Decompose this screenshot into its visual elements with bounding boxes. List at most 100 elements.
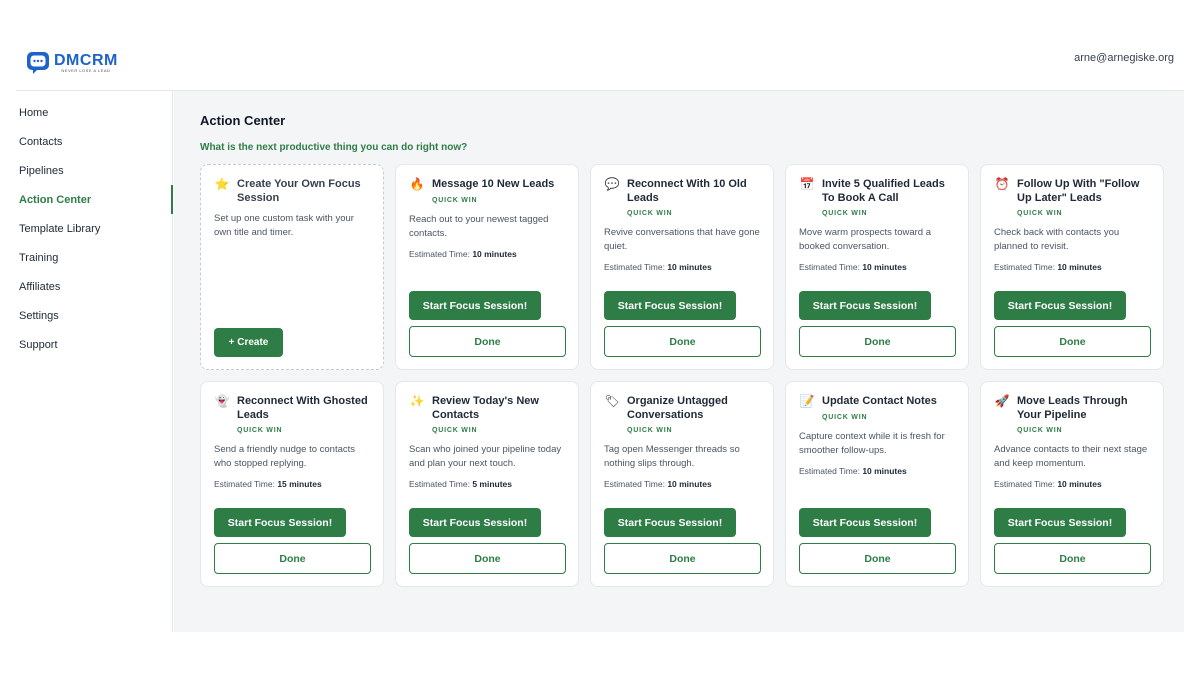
start-focus-session-button[interactable]: Start Focus Session! — [799, 291, 931, 320]
task-card: 👻 Reconnect With Ghosted Leads QUICK WIN Se… — [200, 381, 384, 587]
task-card-grid: ⭐ Create Your Own Focus Session Set up o… — [200, 164, 1164, 587]
card-title: Review Today's New Contacts — [432, 395, 539, 421]
task-card: 🔥 Message 10 New Leads QUICK WIN Reach out … — [395, 164, 579, 370]
sidebar-item-affiliates[interactable]: Affiliates — [16, 272, 172, 301]
quick-win-badge: QUICK WIN — [237, 427, 283, 434]
start-focus-session-button[interactable]: Start Focus Session! — [409, 291, 541, 320]
alarm-clock-icon: ⏰ — [994, 177, 1010, 191]
logo-text-crm: CRM — [79, 51, 118, 69]
start-focus-session-button[interactable]: Start Focus Session! — [994, 508, 1126, 537]
sidebar-item-pipelines[interactable]: Pipelines — [16, 156, 172, 185]
fire-icon: 🔥 — [409, 177, 425, 191]
estimated-time: Estimated Time: 10 minutes — [994, 262, 1150, 272]
card-description: Revive conversations that have gone quie… — [604, 227, 760, 252]
estimated-time-value: 10 minutes — [667, 262, 712, 272]
card-description: Tag open Messenger threads so nothing sl… — [604, 444, 740, 469]
estimated-time: Estimated Time: 5 minutes — [409, 479, 565, 489]
task-card: 📝 Update Contact Notes QUICK WIN Capture co… — [785, 381, 969, 587]
rocket-icon: 🚀 — [994, 394, 1010, 408]
done-button[interactable]: Done — [994, 543, 1151, 574]
quick-win-badge: QUICK WIN — [432, 427, 478, 434]
estimated-time-value: 10 minutes — [472, 249, 517, 259]
quick-win-badge: QUICK WIN — [1017, 427, 1063, 434]
task-card: ⏰ Follow Up With "Follow Up Later" Leads Q… — [980, 164, 1164, 370]
estimated-time: Estimated Time: 15 minutes — [214, 479, 370, 489]
sidebar: Home Contacts Pipelines Action Center Templa… — [16, 91, 173, 632]
done-button[interactable]: Done — [214, 543, 371, 574]
estimated-time-value: 5 minutes — [472, 479, 512, 489]
estimated-time-label: Estimated Time: — [409, 479, 470, 489]
sidebar-item-contacts[interactable]: Contacts — [16, 127, 172, 156]
sidebar-item-action-center[interactable]: Action Center — [16, 185, 173, 214]
ghost-icon: 👻 — [214, 394, 230, 408]
quick-win-badge: QUICK WIN — [822, 210, 868, 217]
estimated-time-value: 10 minutes — [862, 466, 907, 476]
start-focus-session-button[interactable]: Start Focus Session! — [409, 508, 541, 537]
sidebar-item-support[interactable]: Support — [16, 330, 172, 359]
card-title: Invite 5 Qualified Leads To Book A Call — [822, 178, 945, 204]
card-description: Set up one custom task with your own tit… — [214, 213, 354, 238]
task-card: 🏷 Organize Untagged Conversations QUICK WI… — [590, 381, 774, 587]
estimated-time-label: Estimated Time: — [994, 479, 1055, 489]
sparkles-icon: ✨ — [409, 394, 425, 408]
calendar-icon: 📅 — [799, 177, 815, 191]
done-button[interactable]: Done — [799, 326, 956, 357]
sidebar-item-training[interactable]: Training — [16, 243, 172, 272]
done-button[interactable]: Done — [604, 543, 761, 574]
estimated-time-label: Estimated Time: — [214, 479, 275, 489]
chat-logo-icon — [27, 52, 49, 74]
estimated-time: Estimated Time: 10 minutes — [409, 249, 565, 259]
estimated-time-label: Estimated Time: — [604, 479, 665, 489]
task-card: 💬 Reconnect With 10 Old Leads QUICK WIN Rev… — [590, 164, 774, 370]
card-description: Capture context while it is fresh for sm… — [799, 431, 945, 456]
app-logo[interactable]: DMCRM NEVER LOSE A LEAD — [26, 51, 118, 75]
page-subtitle: What is the next productive thing you ca… — [200, 142, 468, 153]
start-focus-session-button[interactable]: Start Focus Session! — [799, 508, 931, 537]
card-description: Move warm prospects toward a booked conv… — [799, 227, 931, 252]
done-button[interactable]: Done — [799, 543, 956, 574]
estimated-time-label: Estimated Time: — [604, 262, 665, 272]
start-focus-session-button[interactable]: Start Focus Session! — [214, 508, 346, 537]
estimated-time-value: 10 minutes — [1057, 262, 1102, 272]
estimated-time: Estimated Time: 10 minutes — [799, 466, 955, 476]
start-focus-session-button[interactable]: Start Focus Session! — [994, 291, 1126, 320]
card-title: Organize Untagged Conversations — [627, 395, 728, 421]
done-button[interactable]: Done — [409, 543, 566, 574]
quick-win-badge: QUICK WIN — [627, 427, 673, 434]
create-button[interactable]: + Create — [214, 328, 283, 357]
card-title: Reconnect With 10 Old Leads — [627, 178, 747, 204]
card-title: Update Contact Notes — [822, 395, 937, 407]
sidebar-item-template-library[interactable]: Template Library — [16, 214, 172, 243]
card-title: Follow Up With "Follow Up Later" Leads — [1017, 178, 1140, 204]
estimated-time-value: 10 minutes — [1057, 479, 1102, 489]
card-title: Create Your Own Focus Session — [237, 178, 361, 204]
start-focus-session-button[interactable]: Start Focus Session! — [604, 291, 736, 320]
task-card: ✨ Review Today's New Contacts QUICK WIN Sca… — [395, 381, 579, 587]
quick-win-badge: QUICK WIN — [1017, 210, 1063, 217]
logo-text-dm: DM — [54, 51, 80, 69]
start-focus-session-button[interactable]: Start Focus Session! — [604, 508, 736, 537]
estimated-time-label: Estimated Time: — [994, 262, 1055, 272]
sidebar-item-home[interactable]: Home — [16, 98, 172, 127]
user-email[interactable]: arne@arnegiske.org — [1074, 52, 1174, 64]
estimated-time-label: Estimated Time: — [409, 249, 470, 259]
done-button[interactable]: Done — [604, 326, 761, 357]
estimated-time: Estimated Time: 10 minutes — [604, 262, 760, 272]
card-description: Check back with contacts you planned to … — [994, 227, 1120, 252]
main-content: Action Center What is the next productiv… — [174, 91, 1184, 632]
custom-session-card: ⭐ Create Your Own Focus Session Set up o… — [200, 164, 384, 370]
label-tag-icon: 🏷 — [604, 394, 620, 408]
sidebar-nav: Home Contacts Pipelines Action Center Templa… — [16, 91, 173, 359]
card-description: Send a friendly nudge to contacts who st… — [214, 444, 356, 469]
estimated-time-label: Estimated Time: — [799, 262, 860, 272]
sidebar-item-settings[interactable]: Settings — [16, 301, 172, 330]
card-title: Reconnect With Ghosted Leads — [237, 395, 368, 421]
task-card: 📅 Invite 5 Qualified Leads To Book A Call… — [785, 164, 969, 370]
done-button[interactable]: Done — [409, 326, 566, 357]
page-title: Action Center — [200, 113, 286, 128]
task-card: 🚀 Move Leads Through Your Pipeline QUICK W… — [980, 381, 1164, 587]
done-button[interactable]: Done — [994, 326, 1151, 357]
memo-icon: 📝 — [799, 394, 815, 408]
estimated-time-value: 10 minutes — [862, 262, 907, 272]
quick-win-badge: QUICK WIN — [627, 210, 673, 217]
